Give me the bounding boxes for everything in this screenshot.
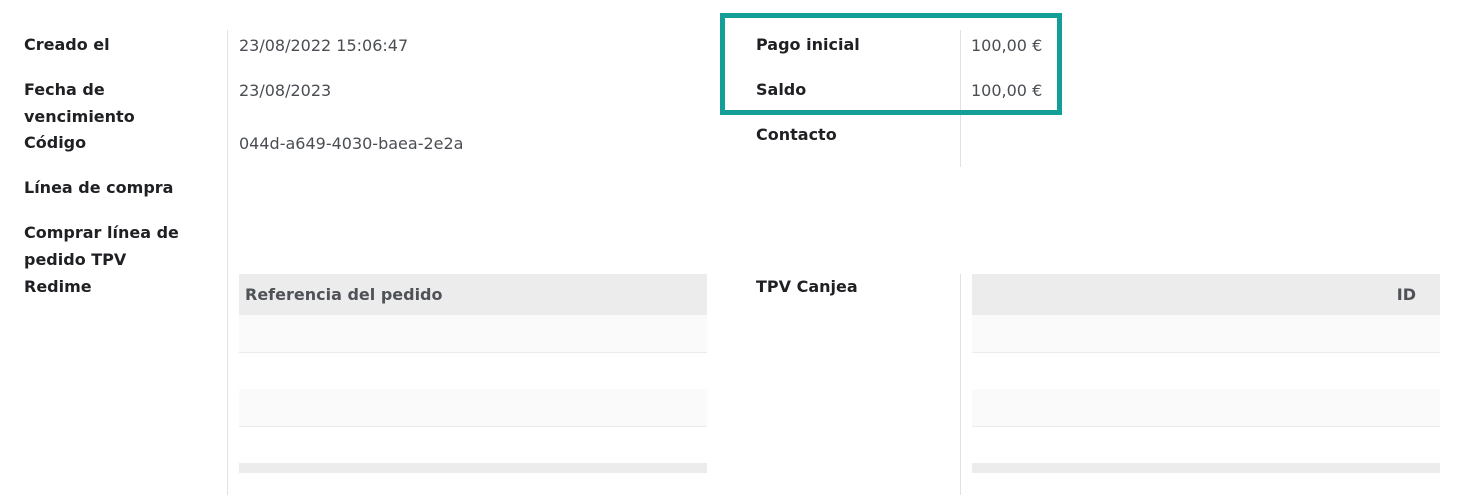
table-row	[239, 352, 707, 390]
left-column-divider	[227, 30, 228, 495]
expiration-label: Fecha de vencimiento	[24, 80, 135, 126]
table-row	[972, 426, 1440, 464]
table-row	[972, 352, 1440, 390]
pos-redeem-label: TPV Canjea	[756, 277, 858, 296]
table-row	[239, 426, 707, 464]
table-row	[972, 315, 1440, 353]
pos-redeem-table-footer	[972, 463, 1440, 473]
id-column[interactable]: ID	[1397, 285, 1440, 304]
right-column-divider-lower	[960, 274, 961, 495]
order-reference-column[interactable]: Referencia del pedido	[239, 285, 443, 304]
contact-field[interactable]	[971, 125, 1271, 147]
pos-purchase-line-label: Comprar línea de pedido TPV	[24, 223, 179, 269]
expiration-value[interactable]: 23/08/2023	[239, 80, 331, 102]
contact-label: Contacto	[756, 125, 837, 144]
created-label: Creado el	[24, 35, 110, 54]
redeem-table-header[interactable]: Referencia del pedido	[239, 274, 707, 315]
redeem-label: Redime	[24, 277, 92, 296]
table-row	[239, 315, 707, 353]
code-label: Código	[24, 133, 87, 152]
code-value[interactable]: 044d-a649-4030-baea-2e2a	[239, 133, 463, 155]
purchase-line-label: Línea de compra	[24, 178, 174, 197]
table-row	[239, 389, 707, 427]
redeem-table-footer	[239, 463, 707, 473]
gift-card-form: Creado el Fecha de vencimiento Código Lí…	[0, 0, 1470, 503]
created-value: 23/08/2022 15:06:47	[239, 36, 409, 55]
table-row	[972, 389, 1440, 427]
payment-balance-highlight	[720, 13, 1062, 115]
pos-redeem-table-header[interactable]: ID	[972, 274, 1440, 315]
